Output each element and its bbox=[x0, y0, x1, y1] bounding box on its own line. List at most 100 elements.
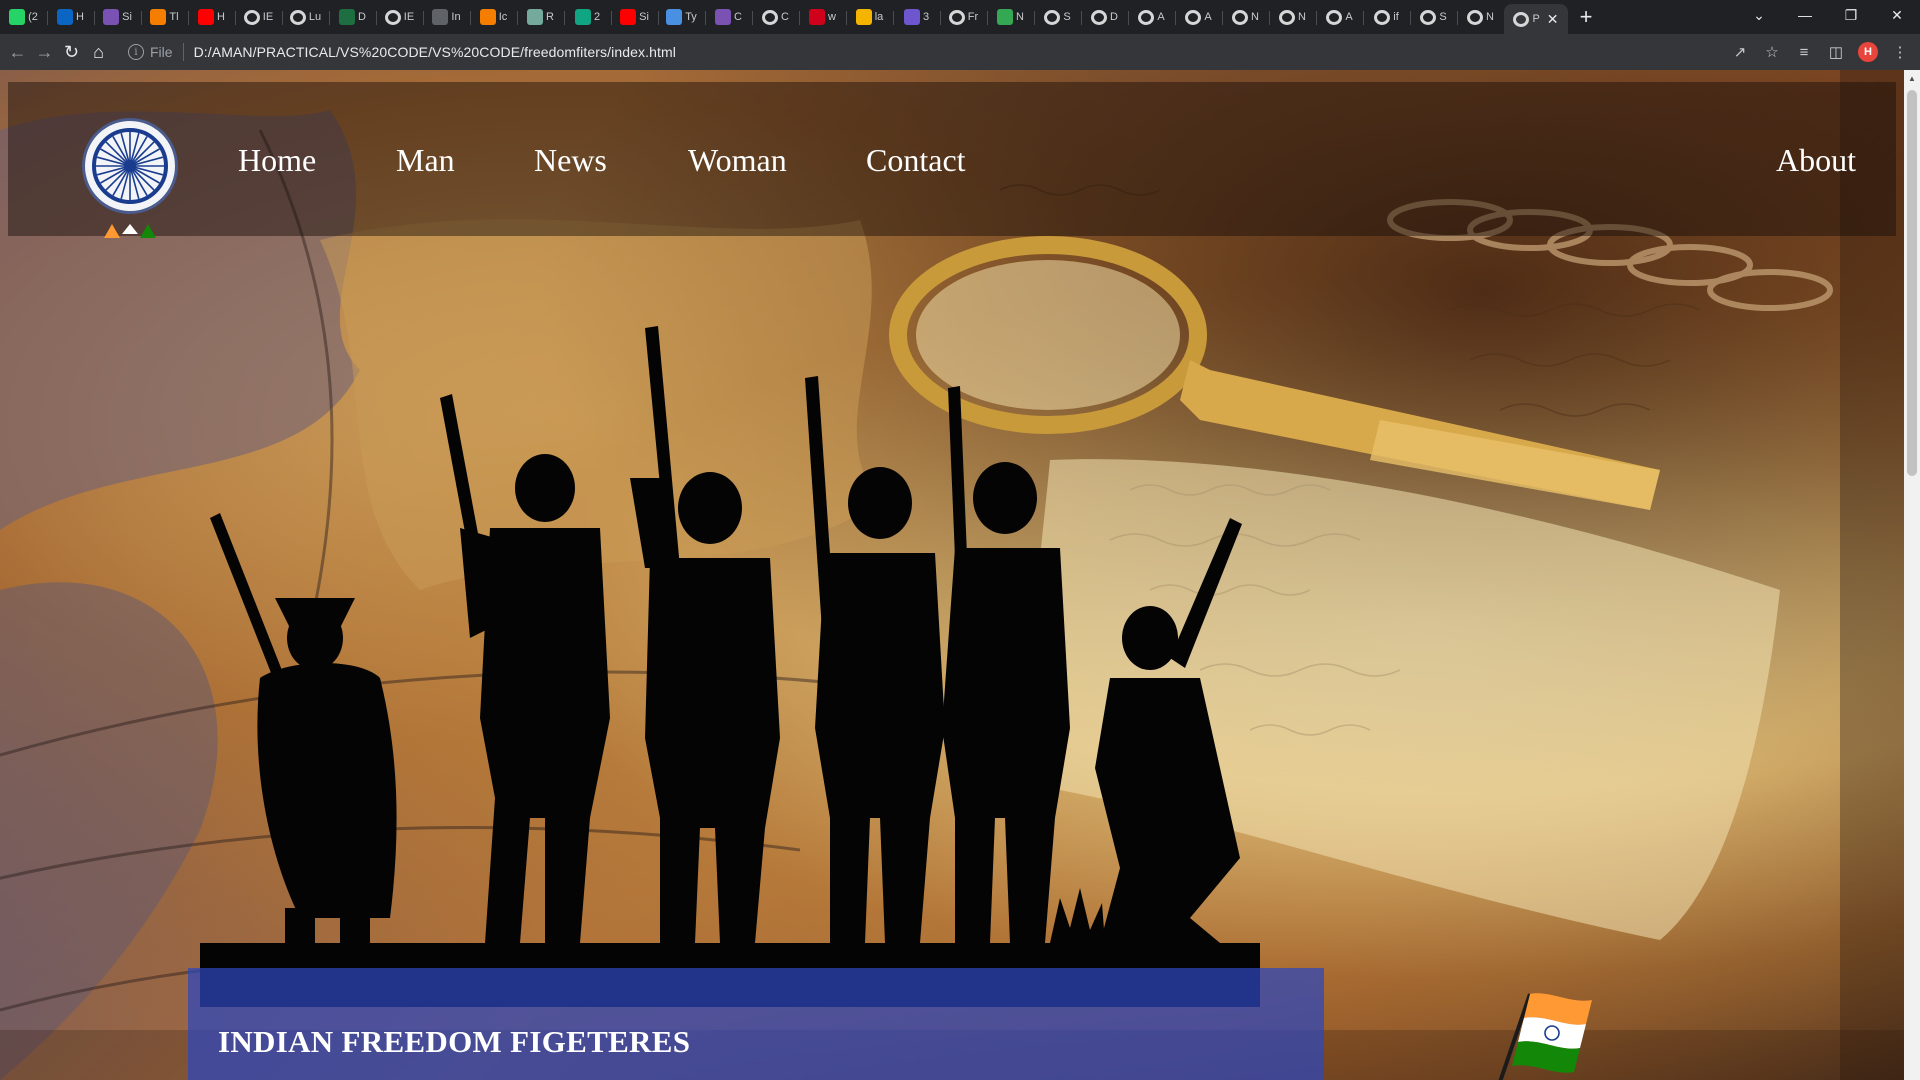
browser-tab[interactable]: In bbox=[423, 2, 470, 32]
nav-contact-link[interactable]: Contact bbox=[866, 142, 966, 179]
tab-title: D bbox=[1110, 11, 1118, 23]
browser-toolbar: ← → ↻ ⌂ i File D:/AMAN/PRACTICAL/VS%20CO… bbox=[0, 34, 1920, 70]
home-button[interactable]: ⌂ bbox=[85, 36, 112, 68]
browser-tab[interactable]: N bbox=[1222, 2, 1269, 32]
browser-tab[interactable]: Fr bbox=[940, 2, 987, 32]
browser-tab[interactable]: Ty bbox=[658, 2, 705, 32]
address-bar[interactable]: i File D:/AMAN/PRACTICAL/VS%20CODE/VS%20… bbox=[118, 38, 1724, 66]
tab-title: Tl bbox=[169, 11, 179, 23]
onedrive-icon bbox=[57, 9, 74, 25]
nav-news-link[interactable]: News bbox=[534, 142, 607, 179]
browser-tab[interactable]: 2 bbox=[564, 2, 611, 32]
whatsapp-icon bbox=[9, 9, 26, 25]
browser-tab[interactable]: C bbox=[752, 2, 799, 32]
browser-tab[interactable]: D bbox=[329, 2, 376, 32]
browser-tab[interactable]: P ✕ bbox=[1504, 4, 1568, 34]
tab-title: Ic bbox=[498, 11, 508, 23]
forward-button[interactable]: → bbox=[31, 36, 58, 68]
reading-list-icon[interactable]: ≡ bbox=[1788, 36, 1820, 68]
new-tab-button[interactable]: + bbox=[1568, 2, 1604, 32]
close-window-button[interactable]: ✕ bbox=[1874, 0, 1920, 30]
tab-title: A bbox=[1157, 11, 1165, 23]
browser-tab-strip: (2 H Si Tl H IE Lu D IE In Ic R 2 Si Ty C Cw la 3 Fr N S D A A N N… bbox=[0, 0, 1920, 34]
tab-title: Si bbox=[122, 11, 132, 23]
globe-icon bbox=[1467, 9, 1484, 25]
tab-title: IE bbox=[403, 11, 415, 23]
soldiers-silhouette-image bbox=[200, 326, 1260, 1007]
tab-search-icon[interactable]: ⌄ bbox=[1736, 0, 1782, 30]
browser-tab[interactable]: H bbox=[188, 2, 235, 32]
browser-tab[interactable]: if bbox=[1363, 2, 1410, 32]
site-info-icon[interactable]: i bbox=[128, 44, 144, 60]
browser-tab[interactable]: Si bbox=[94, 2, 141, 32]
browser-tab[interactable]: Si bbox=[611, 2, 658, 32]
scroll-up-arrow-icon[interactable]: ▲ bbox=[1904, 70, 1920, 86]
browser-tab[interactable]: w bbox=[799, 2, 846, 32]
scrollbar-thumb[interactable] bbox=[1907, 90, 1917, 476]
browser-tab[interactable]: A bbox=[1175, 2, 1222, 32]
indian-flag-icon bbox=[1498, 993, 1592, 1080]
nav-home-link[interactable]: Home bbox=[238, 142, 316, 179]
browser-tab[interactable]: IE bbox=[235, 2, 282, 32]
excel-icon bbox=[339, 9, 356, 25]
browser-tab[interactable]: S bbox=[1034, 2, 1081, 32]
browser-tab[interactable]: A bbox=[1128, 2, 1175, 32]
tab-title: Fr bbox=[967, 11, 979, 23]
tab-title: Lu bbox=[308, 11, 322, 23]
url-text[interactable]: D:/AMAN/PRACTICAL/VS%20CODE/VS%20CODE/fr… bbox=[194, 44, 676, 60]
window-controls: ⌄ — ❐ ✕ bbox=[1736, 0, 1920, 30]
close-tab-icon[interactable]: ✕ bbox=[1547, 11, 1559, 28]
browser-tab[interactable]: A bbox=[1316, 2, 1363, 32]
tab-title: la bbox=[874, 11, 884, 23]
globe-icon bbox=[1326, 9, 1343, 25]
nav-about-link[interactable]: About bbox=[1776, 142, 1856, 179]
browser-tab[interactable]: Lu bbox=[282, 2, 329, 32]
youtube-icon bbox=[620, 9, 637, 25]
browser-tab[interactable]: N bbox=[987, 2, 1034, 32]
restore-button[interactable]: ❐ bbox=[1828, 0, 1874, 30]
minimize-button[interactable]: — bbox=[1782, 0, 1828, 30]
main-navigation: Home Man News Woman Contact About bbox=[8, 142, 1896, 192]
share-icon[interactable]: ↗ bbox=[1724, 36, 1756, 68]
browser-tab[interactable]: H bbox=[47, 2, 94, 32]
globe-icon bbox=[1420, 9, 1437, 25]
tab-title: P bbox=[1532, 13, 1540, 25]
globe-icon bbox=[243, 9, 260, 25]
target-icon bbox=[432, 9, 449, 25]
browser-tab[interactable]: IE bbox=[376, 2, 423, 32]
side-panel-icon[interactable]: ◫ bbox=[1820, 36, 1852, 68]
browser-tab[interactable]: Tl bbox=[141, 2, 188, 32]
text-icon bbox=[666, 9, 683, 25]
tab-title: D bbox=[358, 11, 366, 23]
browser-tab[interactable]: R bbox=[517, 2, 564, 32]
browser-tab[interactable]: N bbox=[1457, 2, 1504, 32]
browser-tab[interactable]: (2 bbox=[0, 2, 47, 32]
globe-icon bbox=[1232, 9, 1249, 25]
browser-tab[interactable]: N bbox=[1269, 2, 1316, 32]
browser-tab[interactable]: Ic bbox=[470, 2, 517, 32]
profile-avatar[interactable]: H bbox=[1858, 42, 1878, 62]
nav-man-link[interactable]: Man bbox=[396, 142, 455, 179]
nav-woman-link[interactable]: Woman bbox=[688, 142, 787, 179]
tab-title: H bbox=[217, 11, 225, 23]
globe-icon bbox=[384, 9, 401, 25]
page-viewport: Home Man News Woman Contact About INDIAN… bbox=[0, 70, 1904, 1080]
globe-icon bbox=[1185, 9, 1202, 25]
browser-tab[interactable]: 3 bbox=[893, 2, 940, 32]
tab-title: In bbox=[451, 11, 461, 23]
tab-title: C bbox=[781, 11, 789, 23]
tab-title: A bbox=[1204, 11, 1212, 23]
menu-kebab-icon[interactable]: ⋮ bbox=[1884, 36, 1916, 68]
back-button[interactable]: ← bbox=[4, 36, 31, 68]
browser-tab[interactable]: S bbox=[1410, 2, 1457, 32]
bookmark-star-icon[interactable]: ☆ bbox=[1756, 36, 1788, 68]
blogger-icon bbox=[150, 9, 167, 25]
page-scrollbar[interactable]: ▲ bbox=[1904, 70, 1920, 1080]
reload-button[interactable]: ↻ bbox=[58, 36, 85, 68]
browser-tab[interactable]: la bbox=[846, 2, 893, 32]
globe-icon bbox=[1044, 9, 1061, 25]
tab-title: S bbox=[1439, 11, 1447, 23]
browser-tab[interactable]: D bbox=[1081, 2, 1128, 32]
globe-icon bbox=[762, 9, 779, 25]
browser-tab[interactable]: C bbox=[705, 2, 752, 32]
